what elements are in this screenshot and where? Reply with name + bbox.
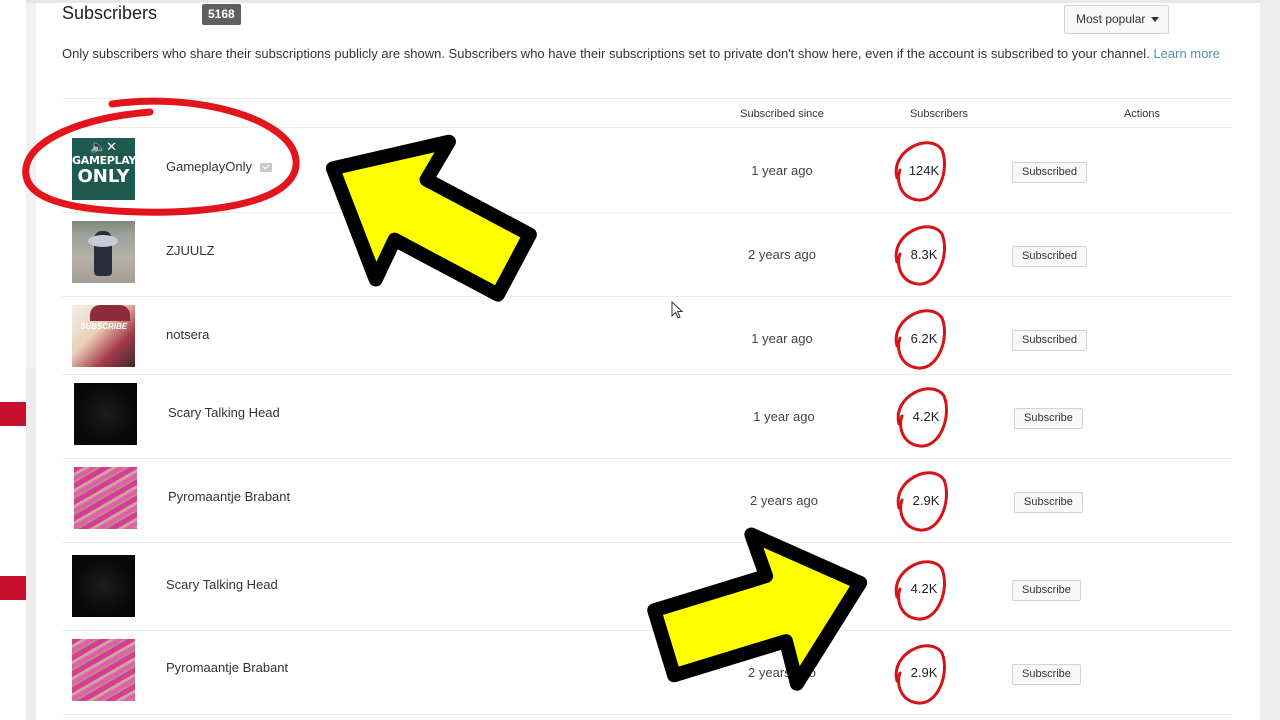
table-row: Pyromaantje Brabant 2 years ago 2.9K Sub… [62, 631, 1232, 715]
table-row: Pyromaantje Brabant 2 years ago 2.9K Sub… [62, 459, 1232, 543]
channel-name[interactable]: Scary Talking Head [166, 577, 278, 592]
channel-name[interactable]: ZJUULZ [166, 243, 214, 258]
caret-down-icon [1151, 17, 1160, 23]
sort-dropdown[interactable]: Most popular [1064, 5, 1169, 34]
subscribed-since: 2 years ago [748, 247, 816, 262]
channel-name-text: GameplayOnly [166, 159, 252, 174]
cap-image [90, 305, 130, 321]
sort-label: Most popular [1076, 12, 1146, 26]
avatar-zjuulz[interactable] [72, 221, 135, 283]
subscribed-since: 1 year ago [751, 331, 813, 346]
subscriber-count-badge: 5168 [202, 4, 241, 25]
left-margin [0, 0, 26, 720]
verified-icon [259, 163, 272, 173]
avatar-scary-talking-head[interactable] [74, 383, 137, 445]
page-title: Subscribers [62, 3, 158, 23]
motorcycle-image [88, 231, 118, 276]
subscribed-button[interactable]: Subscribed [1012, 162, 1088, 183]
avatar-text: ONLY [77, 166, 130, 187]
table-row: Scary Talking Head 4.2K Subscribe [62, 545, 1232, 631]
table-row: ZJUULZ 2 years ago 8.3K Subscribed [62, 213, 1232, 297]
right-gutter [1260, 0, 1280, 720]
avatar-notsera[interactable]: SUBSCRIBE [72, 305, 135, 367]
column-subscribers: Subscribers [909, 108, 969, 120]
left-shade [26, 368, 36, 720]
subscriber-count: 2.9K [912, 493, 940, 508]
table-row: Scary Talking Head 1 year ago 4.2K Subsc… [62, 375, 1232, 459]
muted-speaker-icon: 🔈✕ [89, 140, 118, 155]
subscribed-since: 1 year ago [751, 163, 813, 178]
subscribers-card: Subscribers 5168 Most popular Only subsc… [36, 3, 1260, 720]
subscriber-count: 8.3K [910, 247, 938, 262]
subscriber-count: 124K [908, 163, 940, 178]
subscriber-count: 6.2K [910, 331, 938, 346]
table-header: Subscribed since Subscribers Actions [62, 98, 1232, 128]
subscribed-button[interactable]: Subscribed [1012, 330, 1088, 351]
side-marker [0, 576, 26, 600]
subscribe-button[interactable]: Subscribe [1014, 492, 1083, 513]
info-message: Only subscribers who share their subscri… [62, 46, 1154, 61]
avatar-pyromaantje-brabant[interactable] [72, 639, 135, 701]
column-actions: Actions [1123, 108, 1161, 120]
subscribe-button[interactable]: Subscribe [1012, 580, 1081, 601]
avatar-scary-talking-head[interactable] [72, 555, 135, 617]
subscribed-since: 1 year ago [753, 409, 815, 424]
channel-name[interactable]: Scary Talking Head [168, 405, 280, 420]
column-subscribed-since: Subscribed since [740, 108, 824, 120]
side-marker [0, 402, 26, 426]
channel-name[interactable]: notsera [166, 327, 209, 342]
learn-more-link[interactable]: Learn more [1153, 46, 1219, 61]
table-row: SUBSCRIBE notsera 1 year ago 6.2K Subscr… [62, 297, 1232, 375]
subscriber-count: 4.2K [910, 581, 938, 596]
subscriber-count: 2.9K [910, 665, 938, 680]
avatar-gameplayonly[interactable]: 🔈✕ GAMEPLAY ONLY [72, 138, 135, 200]
subscribed-button[interactable]: Subscribed [1012, 246, 1088, 267]
avatar-pyromaantje-brabant[interactable] [74, 467, 137, 529]
channel-name[interactable]: GameplayOnly [166, 159, 272, 174]
info-text: Only subscribers who share their subscri… [62, 46, 1242, 62]
mouse-cursor-icon [671, 301, 684, 319]
subscribed-since: 2 years ago [748, 665, 816, 680]
subscribed-since: 2 years ago [750, 493, 818, 508]
channel-name[interactable]: Pyromaantje Brabant [166, 660, 288, 675]
avatar-text: SUBSCRIBE [80, 322, 128, 331]
card-header: Subscribers 5168 Most popular [62, 3, 1242, 43]
subscribe-button[interactable]: Subscribe [1012, 664, 1081, 685]
table-row: 🔈✕ GAMEPLAY ONLY GameplayOnly 1 year ago… [62, 129, 1232, 213]
subscriber-count: 4.2K [912, 409, 940, 424]
channel-name[interactable]: Pyromaantje Brabant [168, 489, 290, 504]
subscribe-button[interactable]: Subscribe [1014, 408, 1083, 429]
